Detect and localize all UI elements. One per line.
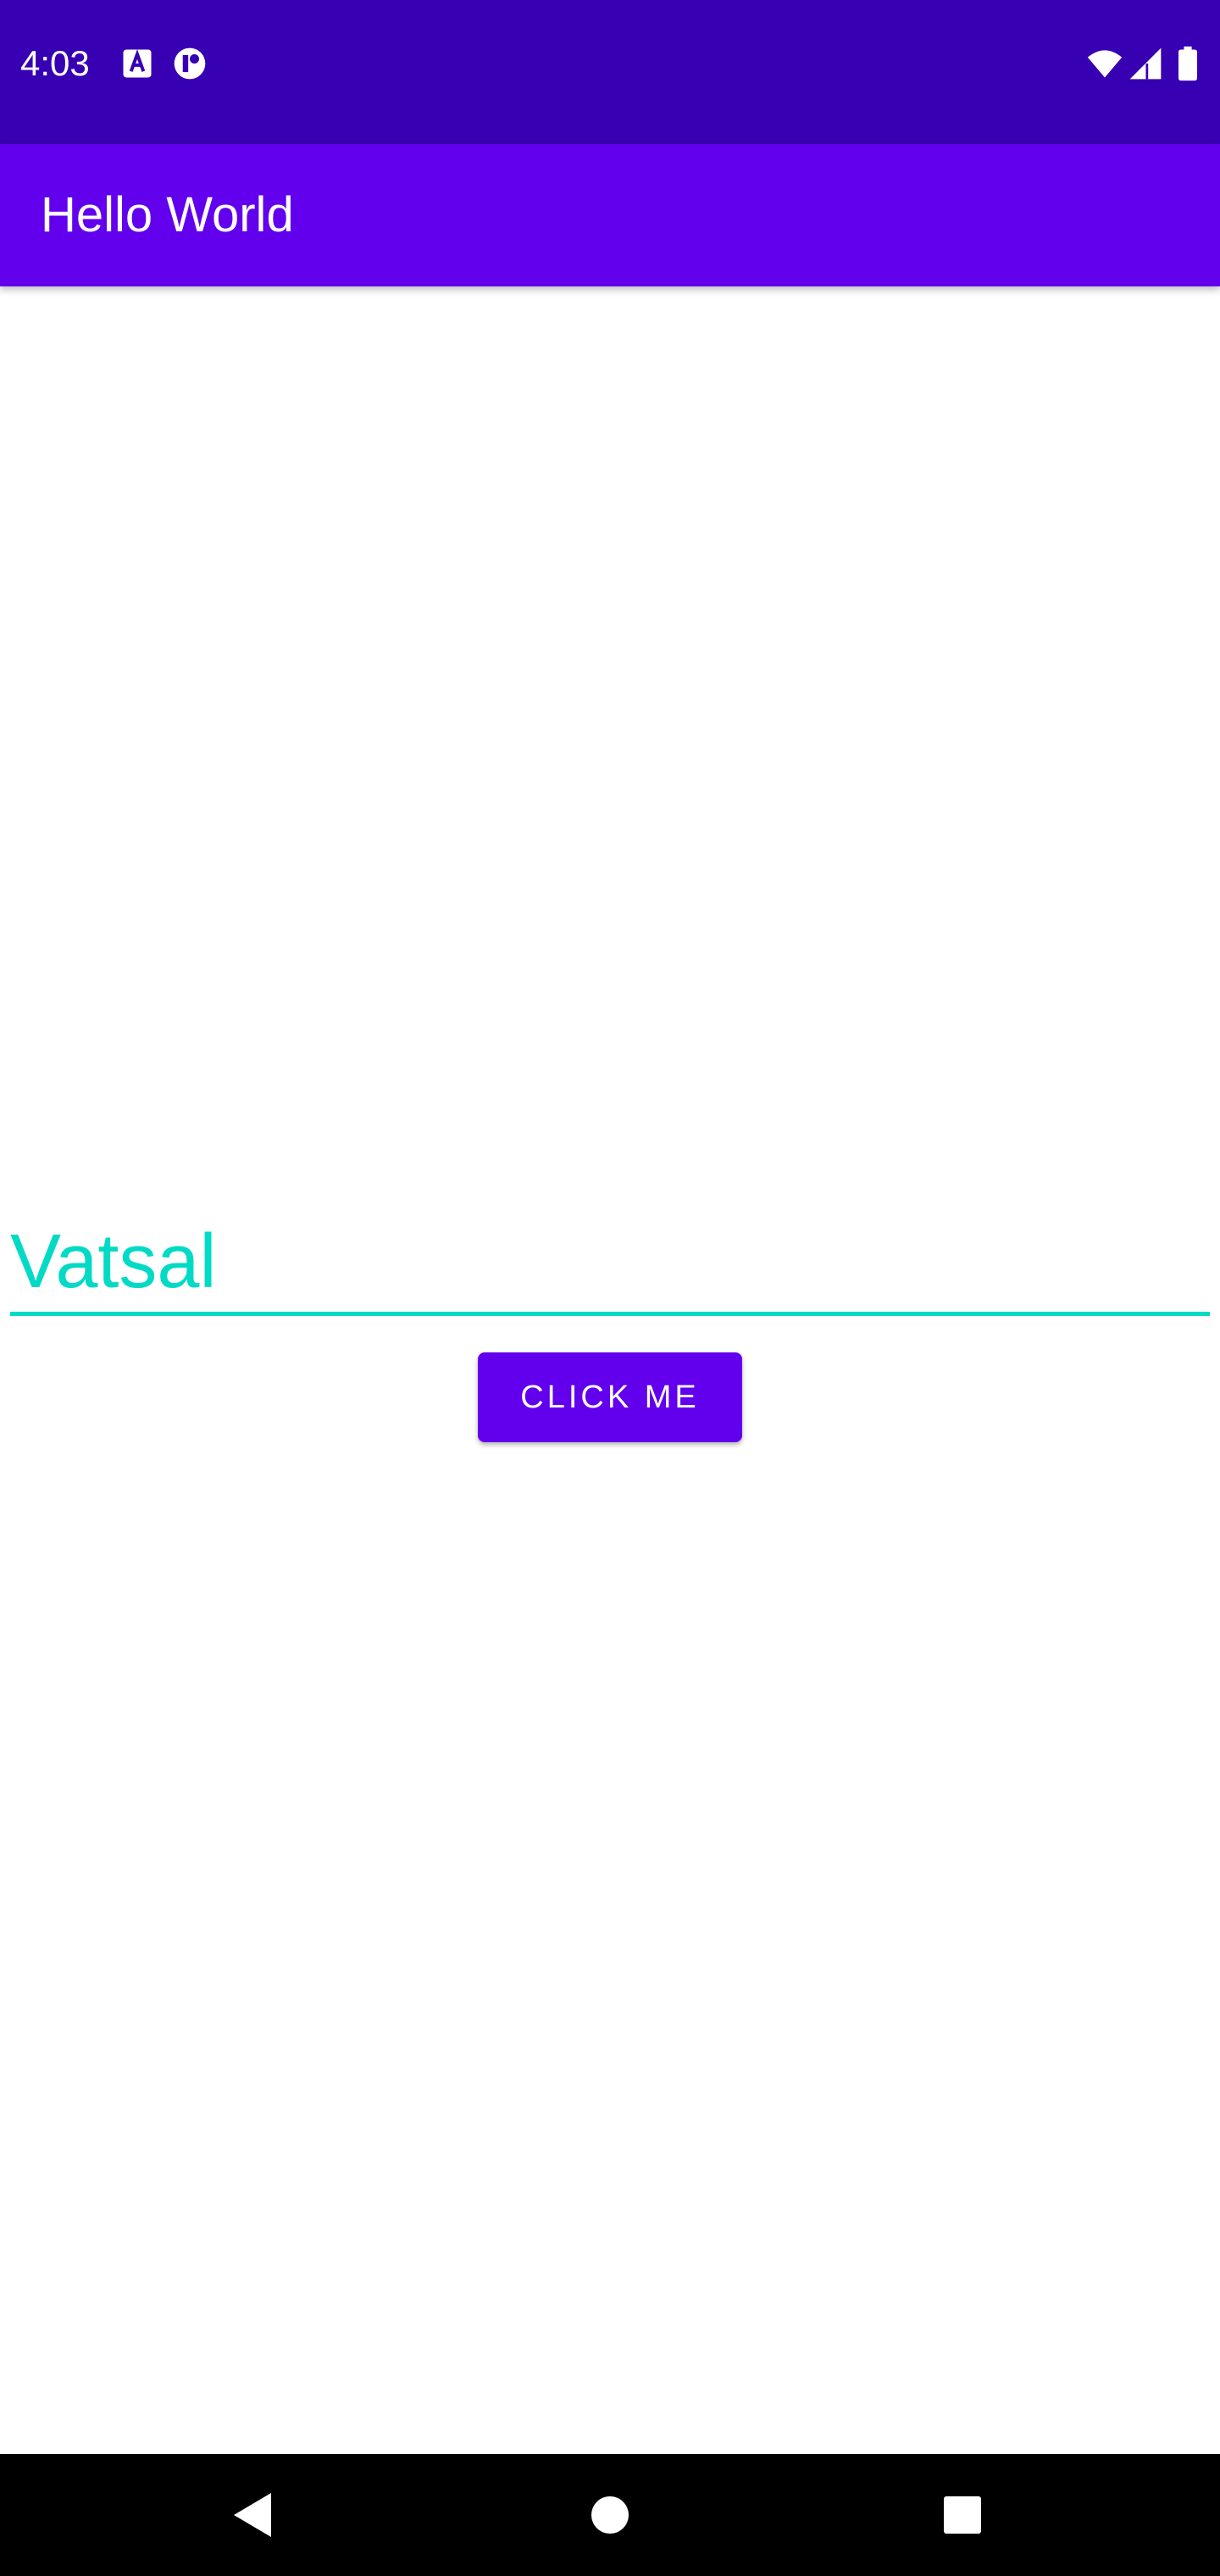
wifi-icon	[1087, 50, 1123, 78]
navigation-bar	[0, 2454, 1220, 2576]
app-bar: Hello World	[0, 144, 1220, 286]
name-field-underline	[10, 1312, 1210, 1316]
click-me-button[interactable]: CLICK ME	[478, 1352, 742, 1442]
recents-icon[interactable]	[929, 2481, 996, 2549]
name-field[interactable]	[10, 1212, 1210, 1319]
name-input[interactable]	[10, 1212, 1210, 1312]
back-icon[interactable]	[219, 2481, 286, 2549]
app-title: Hello World	[41, 187, 294, 242]
autofill-a-icon	[123, 49, 152, 78]
status-bar: 4:03	[0, 0, 1220, 144]
battery-icon	[1178, 46, 1197, 81]
cell-signal-icon	[1129, 47, 1162, 80]
status-time: 4:03	[20, 43, 90, 83]
home-icon[interactable]	[576, 2481, 644, 2549]
notification-app-icon	[174, 47, 206, 80]
